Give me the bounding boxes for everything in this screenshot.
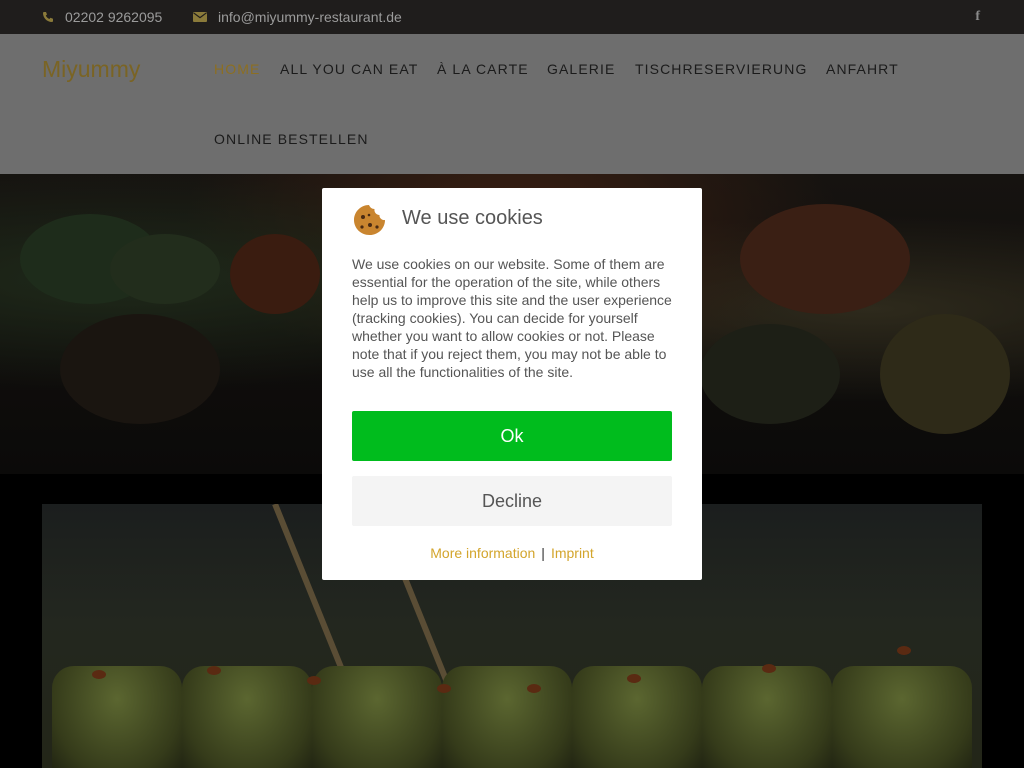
cookie-dialog-links: More information | Imprint <box>322 545 702 561</box>
imprint-link[interactable]: Imprint <box>551 545 594 561</box>
cookie-dialog-text: We use cookies on our website. Some of t… <box>352 256 672 380</box>
accept-cookies-button[interactable]: Ok <box>352 411 672 461</box>
cookie-consent-dialog: We use cookies We use cookies on our web… <box>322 188 702 580</box>
cookie-dialog-title: We use cookies <box>402 207 543 229</box>
decline-cookies-button[interactable]: Decline <box>352 476 672 526</box>
cookie-icon <box>352 203 387 236</box>
link-separator: | <box>541 545 545 561</box>
more-information-link[interactable]: More information <box>430 545 535 561</box>
